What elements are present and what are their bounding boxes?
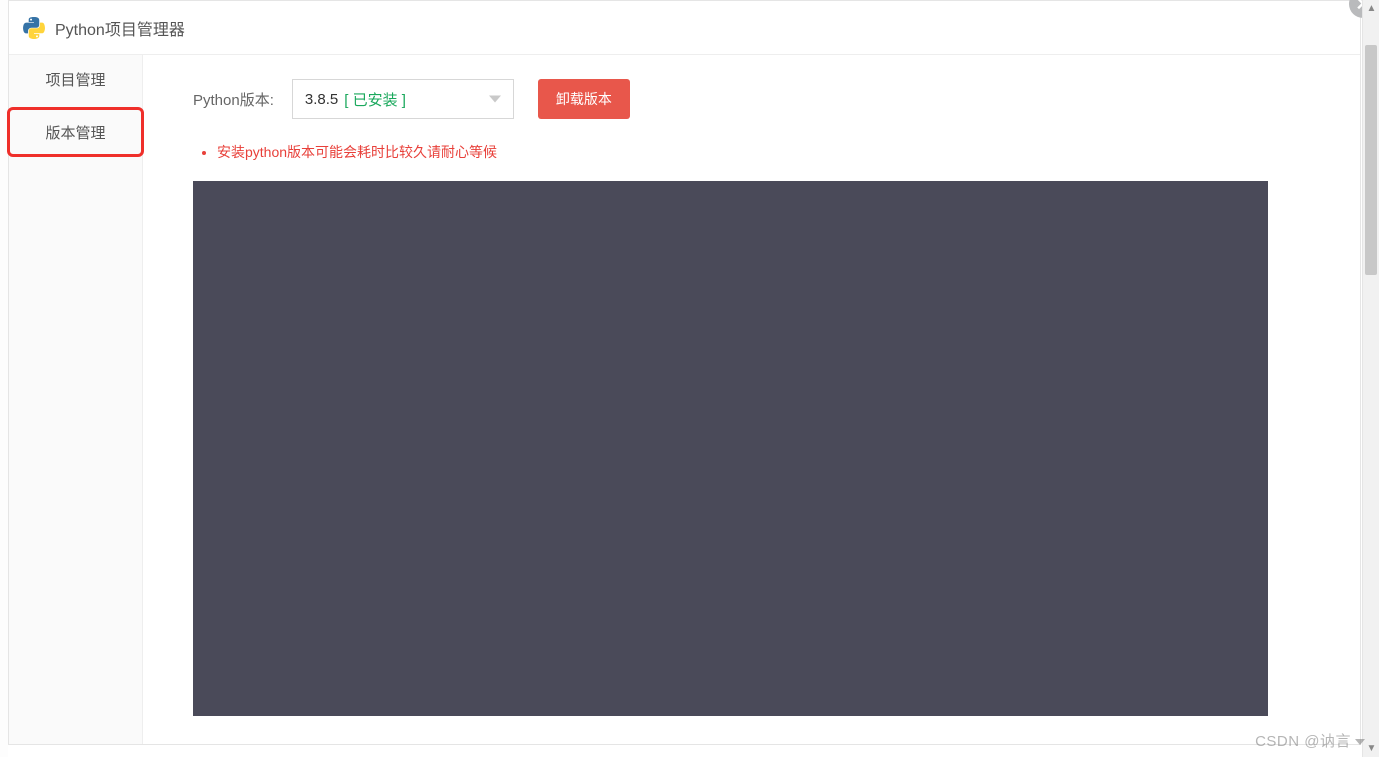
content-area: Python版本: 3.8.5 [ 已安装 ] 卸载版本 安装python版本可… bbox=[143, 55, 1360, 744]
uninstall-button-label: 卸载版本 bbox=[556, 89, 612, 109]
sidebar-item-version-manage[interactable]: 版本管理 bbox=[7, 107, 144, 157]
uninstall-button[interactable]: 卸载版本 bbox=[538, 79, 630, 119]
window-body: 项目管理 版本管理 Python版本: 3.8.5 [ 已安装 ] 卸载版本 bbox=[9, 55, 1360, 744]
version-row: Python版本: 3.8.5 [ 已安装 ] 卸载版本 bbox=[193, 79, 1320, 119]
install-status-text: [ 已安装 ] bbox=[344, 89, 406, 110]
chevron-down-icon bbox=[489, 96, 501, 103]
sidebar-item-label: 版本管理 bbox=[45, 122, 105, 143]
scrollbar-track[interactable] bbox=[1363, 17, 1379, 740]
scrollbar-thumb[interactable] bbox=[1365, 45, 1377, 275]
sidebar-item-project-manage[interactable]: 项目管理 bbox=[9, 55, 142, 105]
warning-list: 安装python版本可能会耗时比较久请耐心等候 bbox=[197, 141, 1320, 163]
window-title: Python项目管理器 bbox=[55, 16, 185, 40]
terminal-output[interactable] bbox=[193, 181, 1268, 716]
titlebar: Python项目管理器 bbox=[9, 1, 1360, 55]
selected-version-text: 3.8.5 bbox=[305, 91, 338, 108]
scroll-up-arrow-icon[interactable]: ▲ bbox=[1363, 0, 1379, 17]
scroll-down-arrow-icon[interactable]: ▼ bbox=[1363, 740, 1379, 757]
app-window: Python项目管理器 项目管理 版本管理 Python版本: 3.8.5 [ … bbox=[8, 0, 1361, 745]
python-version-select[interactable]: 3.8.5 [ 已安装 ] bbox=[292, 79, 514, 119]
sidebar: 项目管理 版本管理 bbox=[9, 55, 143, 744]
warning-item: 安装python版本可能会耗时比较久请耐心等候 bbox=[217, 141, 1320, 163]
version-label: Python版本: bbox=[193, 89, 274, 110]
sidebar-item-label: 项目管理 bbox=[45, 69, 105, 90]
warning-text: 安装python版本可能会耗时比较久请耐心等候 bbox=[217, 144, 497, 160]
python-logo-icon bbox=[23, 17, 45, 39]
page-scrollbar[interactable]: ▲ ▼ bbox=[1362, 0, 1379, 757]
